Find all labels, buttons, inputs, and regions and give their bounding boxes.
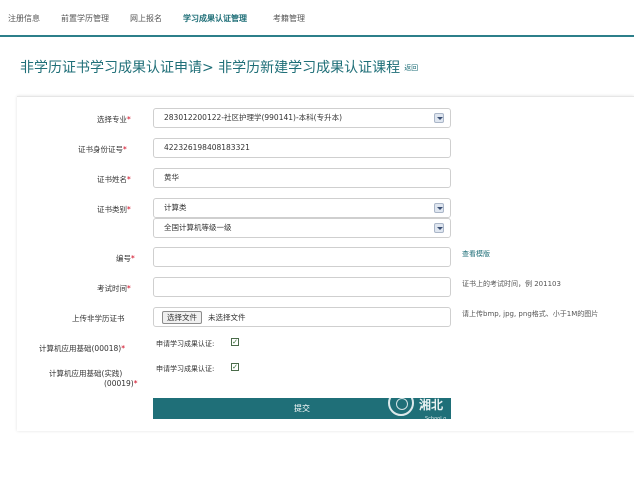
name-field[interactable]: 黄华 <box>153 168 451 188</box>
view-sample-link[interactable]: 查看模版 <box>462 249 490 259</box>
nav-item-exam-records[interactable]: 考籍管理 <box>273 13 305 24</box>
major-select[interactable]: 283012200122-社区护理学(990141)-本科(专升本) <box>153 108 451 128</box>
school-logo-icon <box>388 398 414 416</box>
course1-label: 计算机应用基础(00018)* <box>39 344 125 353</box>
id-label: 证书身份证号* <box>78 145 127 154</box>
upload-label: 上传非学历证书 <box>72 314 125 323</box>
chevron-down-icon <box>434 203 444 213</box>
nav-divider <box>0 35 634 37</box>
nav-item-prior-education[interactable]: 前置学历管理 <box>61 13 109 24</box>
page-title-text: 非学历证书学习成果认证申请> 非学历新建学习成果认证课程 <box>20 60 401 76</box>
page-title: 非学历证书学习成果认证申请> 非学历新建学习成果认证课程 返回 <box>20 57 418 77</box>
name-label: 证书姓名* <box>97 175 131 184</box>
nav-item-registration[interactable]: 注册信息 <box>8 13 40 24</box>
course1-check-text: 申请学习成果认证: <box>156 340 215 348</box>
course1-checkbox[interactable]: ✓ <box>231 338 239 346</box>
category-label: 证书类别* <box>97 205 131 214</box>
course2-check-text: 申请学习成果认证: <box>156 365 215 373</box>
nav-item-online-signup[interactable]: 网上报名 <box>130 13 162 24</box>
course2-label-line1: 计算机应用基础(实践) <box>49 369 123 378</box>
nav-item-learning-credit[interactable]: 学习成果认证管理 <box>183 13 247 24</box>
subcategory-select[interactable]: 全国计算机等级一级 <box>153 218 451 238</box>
chevron-down-icon <box>434 113 444 123</box>
chevron-down-icon <box>434 223 444 233</box>
number-field[interactable] <box>153 247 451 267</box>
submit-button[interactable]: 提交 湘北 School o <box>153 398 451 419</box>
top-nav: 注册信息 前置学历管理 网上报名 学习成果认证管理 考籍管理 <box>0 0 634 34</box>
file-status: 未选择文件 <box>208 313 246 322</box>
submit-label: 提交 <box>294 404 310 413</box>
exam-time-hint: 证书上的考试时间，例 201103 <box>462 280 561 288</box>
choose-file-button[interactable]: 选择文件 <box>162 311 202 324</box>
upload-hint: 请上传bmp, jpg, png格式、小于1M的图片 <box>462 310 599 318</box>
course2-label-line2: (00019)* <box>104 379 138 388</box>
school-watermark-subtext: School o <box>425 416 447 419</box>
id-number-field[interactable]: 422326198408183321 <box>153 138 451 158</box>
course2-checkbox[interactable]: ✓ <box>231 363 239 371</box>
exam-time-label: 考试时间* <box>97 284 131 293</box>
category-select[interactable]: 计算类 <box>153 198 451 218</box>
major-label: 选择专业* <box>97 115 131 124</box>
back-link[interactable]: 返回 <box>404 64 418 72</box>
number-label: 编号* <box>116 254 135 263</box>
exam-time-field[interactable] <box>153 277 451 297</box>
